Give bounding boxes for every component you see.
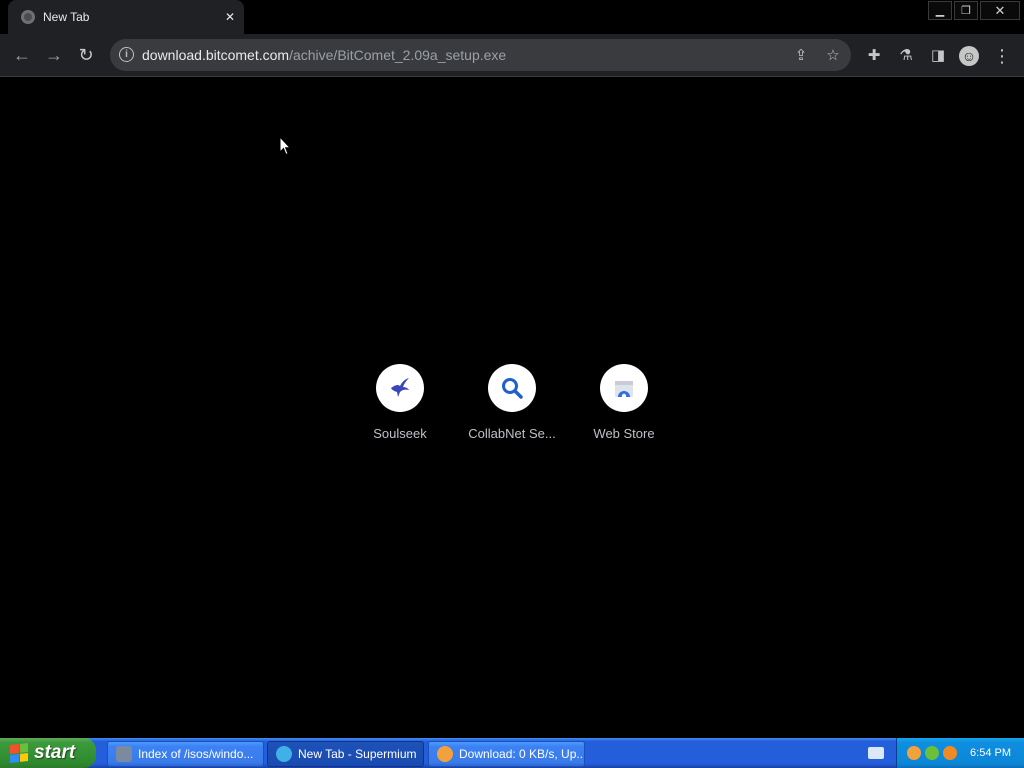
bookmark-star-icon[interactable]: ☆ [824,47,842,65]
minimize-button[interactable]: ▁ [928,1,952,20]
shortcut-label: Soulseek [373,426,427,441]
start-button[interactable]: start [0,738,96,768]
extensions-icon[interactable]: ✚ [864,46,884,66]
tab-new-tab[interactable]: New Tab ✕ [8,0,244,34]
bitcomet-tray-icon[interactable] [907,746,921,760]
clock[interactable]: 6:54 PM [970,747,1011,759]
info-icon[interactable]: i [119,47,134,62]
reload-button[interactable]: ↻ [74,43,98,67]
address-bar[interactable]: i download.bitcomet.com/achive/BitComet_… [110,39,851,71]
web-store-icon [615,381,633,399]
forward-button[interactable]: → [42,43,66,67]
windows-logo-icon [10,743,28,763]
taskbar-button-label: Index of /isos/windo... [138,747,254,761]
url-host: download.bitcomet.com [142,47,290,63]
network-tray-icon[interactable] [925,746,939,760]
url-path: /achive/BitComet_2.09a_setup.exe [289,47,507,63]
taskbar-button-label: Download: 0 KB/s, Up... [459,747,585,761]
mouse-cursor-icon [279,136,291,156]
shortcut-web-store-tile [600,364,648,412]
back-button[interactable]: ← [10,43,34,67]
start-label: start [34,742,76,763]
shortcut-label: Web Store [593,426,655,441]
bird-icon [391,378,409,397]
menu-kebab-icon[interactable]: ⋮ [992,46,1012,66]
shortcut-soulseek-tile [376,364,424,412]
taskbar: start Index of /isos/windo... New Tab - … [0,738,1024,768]
shortcut-soulseek[interactable]: Soulseek [344,364,456,444]
tab-close-icon[interactable]: ✕ [218,10,242,24]
title-bar: New Tab ✕ ▁ ❐ ✕ [0,0,1024,34]
url-text[interactable]: download.bitcomet.com/achive/BitComet_2.… [142,47,506,63]
profile-avatar-icon[interactable]: ☺ [959,46,979,66]
close-window-button[interactable]: ✕ [980,1,1020,20]
taskbar-button-new-tab[interactable]: New Tab - Supermium [267,741,424,767]
explorer-icon [116,746,132,762]
labs-flask-icon[interactable]: ⚗ [896,46,916,66]
shortcut-web-store[interactable]: Web Store [568,364,680,444]
search-tray-icon[interactable] [943,746,957,760]
restore-button[interactable]: ❐ [954,1,978,20]
share-icon[interactable]: ⇪ [792,47,810,65]
browser-toolbar: ← → ↻ i download.bitcomet.com/achive/Bit… [0,34,1024,77]
system-tray: 6:54 PM [896,738,1024,768]
shortcut-collabnet[interactable]: CollabNet Se... [456,364,568,444]
shortcut-collabnet-tile [488,364,536,412]
tab-title: New Tab [43,10,90,24]
taskbar-button-download[interactable]: Download: 0 KB/s, Up... [428,741,585,767]
globe-icon [21,10,35,24]
browser-icon [276,746,292,762]
window-controls: ▁ ❐ ✕ [928,0,1024,20]
taskbar-button-label: New Tab - Supermium [298,747,417,761]
taskbar-button-index[interactable]: Index of /isos/windo... [107,741,264,767]
bitcomet-icon [437,746,453,762]
side-panel-icon[interactable]: ◨ [928,46,948,66]
shortcut-label: CollabNet Se... [468,426,556,441]
keyboard-icon[interactable] [868,747,884,759]
search-icon [502,378,523,399]
